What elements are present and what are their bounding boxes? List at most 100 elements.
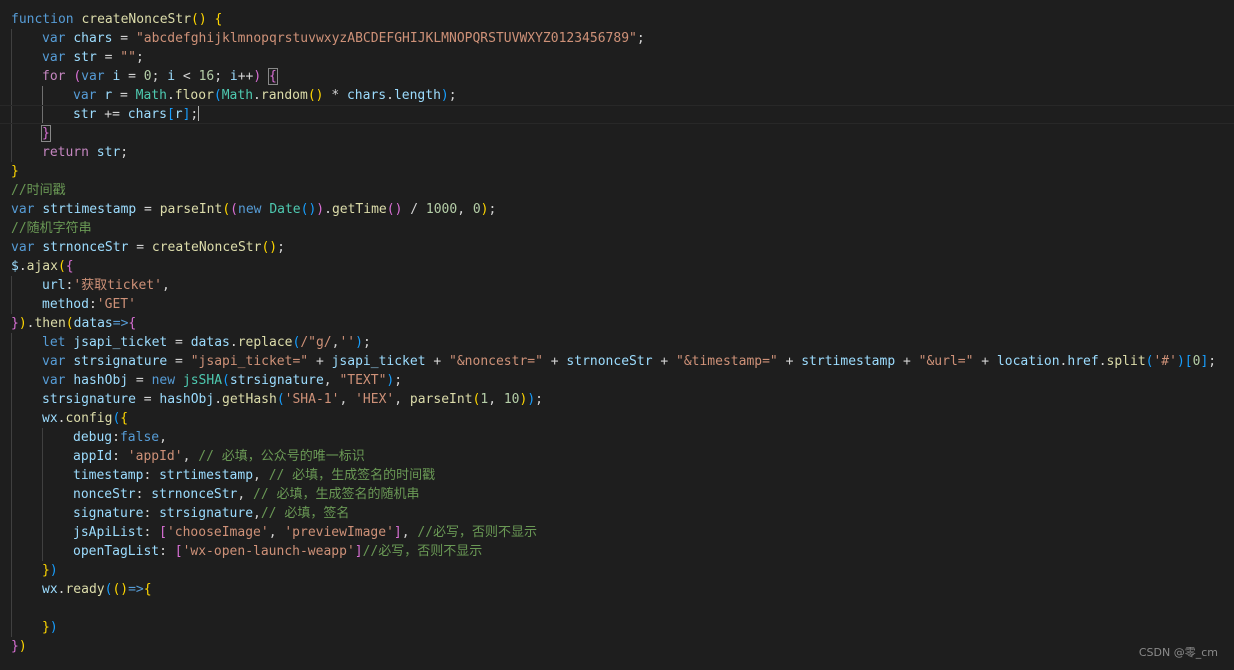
identifier-token: datas <box>190 335 230 350</box>
identifier-token: i <box>229 69 238 84</box>
code-line[interactable]: var chars = "abcdefghijklmnopqrstuvwxyzA… <box>42 29 645 48</box>
bracket-token: ) <box>1176 354 1185 369</box>
code-line[interactable]: }) <box>11 637 27 656</box>
bracket-token: } <box>11 639 19 654</box>
identifier-token: str <box>73 107 97 122</box>
function-name-token: random <box>260 88 308 103</box>
code-text: . <box>386 88 394 103</box>
code-text: ; <box>394 373 403 388</box>
code-line[interactable]: var strsignature = "jsapi_ticket=" + jsa… <box>42 352 1216 371</box>
bracket-token: ) <box>315 88 324 103</box>
string-literal-token: 'chooseImage' <box>166 525 269 540</box>
code-line[interactable]: url:'获取ticket', <box>42 276 170 295</box>
code-line[interactable]: openTagList: ['wx-open-launch-weapp']//必… <box>73 542 482 561</box>
keyword-token: var <box>73 88 97 103</box>
identifier-token: timestamp <box>73 468 144 483</box>
string-literal-token: '#' <box>1153 354 1177 369</box>
watermark: CSDN @零_cm <box>1138 646 1218 659</box>
bracket-token: ( <box>191 12 199 27</box>
code-line[interactable]: //随机字符串 <box>11 219 92 238</box>
code-line[interactable]: var str = ""; <box>42 48 144 67</box>
code-text: < <box>175 69 199 84</box>
type-name-token: Date <box>269 202 301 217</box>
code-text: + <box>652 354 676 369</box>
code-line[interactable]: signature: strsignature,// 必填，签名 <box>73 504 349 523</box>
identifier-token: chars <box>346 88 387 103</box>
code-line[interactable]: nonceStr: strnonceStr, // 必填，生成签名的随机串 <box>73 485 420 504</box>
code-text: , <box>268 525 285 540</box>
code-text: ; <box>1208 354 1217 369</box>
code-line[interactable]: var hashObj = new jsSHA(strsignature, "T… <box>42 371 402 390</box>
code-line[interactable]: method:'GET' <box>42 295 136 314</box>
code-line[interactable]: strsignature = hashObj.getHash('SHA-1', … <box>42 390 543 409</box>
code-line[interactable]: }).then(datas=>{ <box>11 314 136 333</box>
code-text: + <box>777 354 802 369</box>
code-line[interactable]: var r = Math.floor(Math.random() * chars… <box>73 86 457 105</box>
code-line[interactable]: }) <box>42 618 58 637</box>
bracket-token: [ <box>166 107 175 122</box>
identifier-token: jsapi_ticket <box>73 335 168 350</box>
bracket-token: } <box>11 316 19 331</box>
code-line[interactable]: let jsapi_ticket = datas.replace(/"g/,''… <box>42 333 371 352</box>
code-line[interactable]: }) <box>42 561 58 580</box>
code-line[interactable]: timestamp: strtimestamp, // 必填，生成签名的时间戳 <box>73 466 435 485</box>
indent-guide <box>11 333 12 637</box>
bracket-token: ( <box>222 202 231 217</box>
code-text: ++ <box>237 69 254 84</box>
control-keyword-token: return <box>42 145 89 160</box>
code-text: = <box>136 202 160 217</box>
code-text: : <box>159 544 175 559</box>
function-name-token: ready <box>65 582 105 597</box>
code-line[interactable]: } <box>11 162 19 181</box>
string-literal-token: "abcdefghijklmnopqrstuvwxyzABCDEFGHIJKLM… <box>135 31 637 46</box>
string-literal-token: "&url=" <box>918 354 974 369</box>
code-line[interactable]: var strnonceStr = createNonceStr(); <box>11 238 285 257</box>
string-literal-token: "&timestamp=" <box>676 354 778 369</box>
number-literal-token: 1 <box>480 392 489 407</box>
code-line[interactable]: appId: 'appId', // 必填，公众号的唯一标识 <box>73 447 365 466</box>
identifier-token: strsignature <box>159 506 254 521</box>
code-text: , <box>401 525 418 540</box>
code-line[interactable]: str += chars[r]; <box>73 105 200 124</box>
code-text: . <box>229 335 238 350</box>
code-text: = <box>96 50 121 65</box>
function-name-token: floor <box>174 88 214 103</box>
identifier-token: str <box>73 50 97 65</box>
number-literal-token: 0 <box>143 69 152 84</box>
code-line[interactable]: $.ajax({ <box>11 257 74 276</box>
code-line[interactable]: return str; <box>42 143 128 162</box>
identifier-token: method <box>42 297 89 312</box>
code-text: . <box>324 202 332 217</box>
code-text: = <box>167 335 191 350</box>
code-line[interactable]: //时间戳 <box>11 181 66 200</box>
keyword-token: function <box>11 12 74 27</box>
code-line[interactable]: } <box>41 124 51 143</box>
code-line[interactable]: wx.ready(()=>{ <box>42 580 152 599</box>
code-text: : <box>88 297 97 312</box>
string-literal-token: "&noncestr=" <box>449 354 543 369</box>
code-text: : <box>135 487 152 502</box>
code-text: = <box>128 373 152 388</box>
code-line[interactable]: debug:false, <box>73 428 167 447</box>
identifier-token: r <box>104 88 113 103</box>
code-line[interactable]: function createNonceStr() { <box>11 10 222 29</box>
string-literal-token: "" <box>120 50 136 65</box>
code-text: ; <box>277 240 285 255</box>
code-editor[interactable]: function createNonceStr() {var chars = "… <box>0 0 1234 670</box>
code-line[interactable]: jsApiList: ['chooseImage', 'previewImage… <box>73 523 537 542</box>
comment-token: // 必填，签名 <box>260 506 350 521</box>
code-line[interactable]: for (var i = 0; i < 16; i++) { <box>42 67 278 86</box>
keyword-token: new <box>151 373 176 388</box>
code-text: * <box>323 88 347 103</box>
code-text: ; <box>488 202 497 217</box>
bracket-token: ( <box>386 202 395 217</box>
code-text: : <box>143 525 160 540</box>
bracket-token: ) <box>198 12 207 27</box>
identifier-token: debug <box>73 430 113 445</box>
number-literal-token: 16 <box>198 69 215 84</box>
code-line[interactable]: var strtimestamp = parseInt((new Date())… <box>11 200 496 219</box>
identifier-token: strnonceStr <box>566 354 653 369</box>
code-line[interactable]: wx.config({ <box>42 409 128 428</box>
identifier-token: strtimestamp <box>801 354 896 369</box>
